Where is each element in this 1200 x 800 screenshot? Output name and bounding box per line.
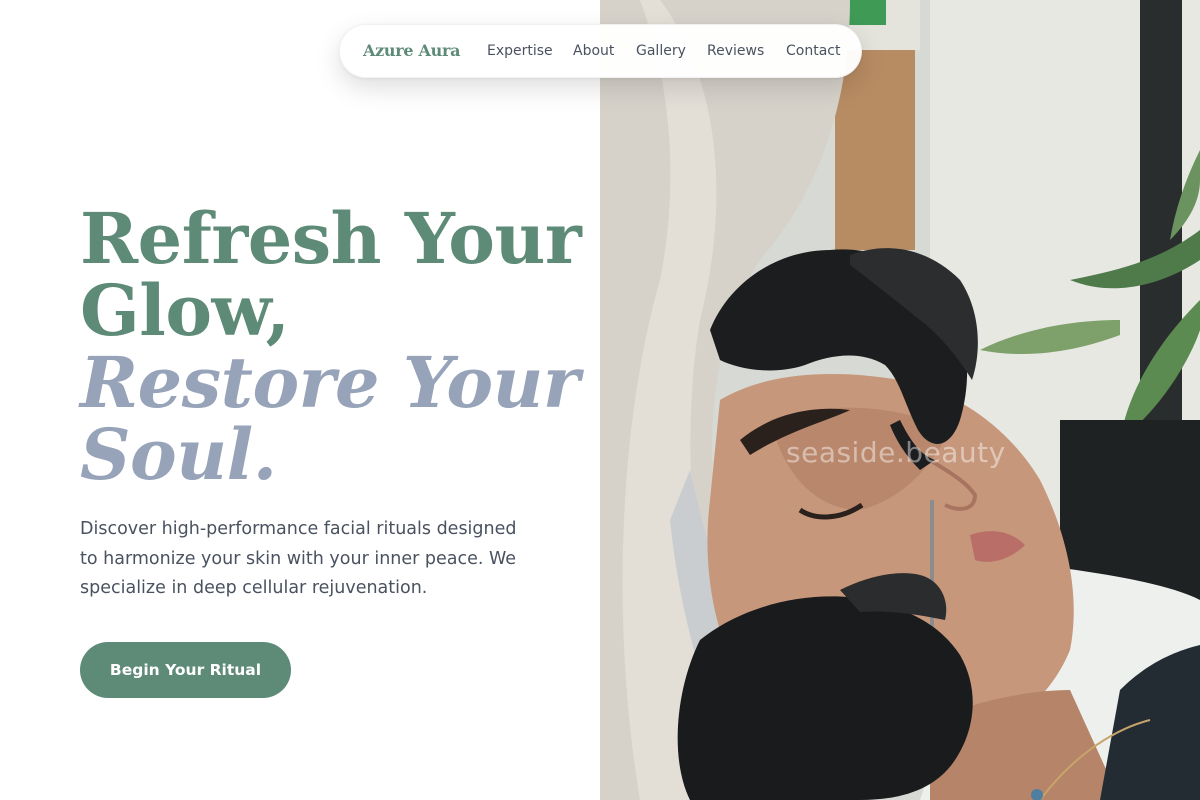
hero-panel: Refresh Your Glow, Restore Your Soul. Di… (0, 0, 600, 800)
nav-link-gallery[interactable]: Gallery (636, 43, 686, 59)
facial-treatment-photo (600, 0, 1200, 800)
top-nav: Azure Aura Expertise About Gallery Revie… (339, 24, 862, 78)
headline-line-4: Soul. (80, 413, 277, 496)
nav-link-about[interactable]: About (573, 43, 614, 59)
begin-ritual-button[interactable]: Begin Your Ritual (80, 642, 291, 698)
headline-line-2: Glow, (80, 269, 290, 352)
photo-watermark: seaside.beauty (786, 436, 1006, 469)
headline-line-1: Refresh Your (80, 197, 582, 280)
hero-headline: Refresh Your Glow, Restore Your Soul. (80, 197, 582, 496)
nav-link-expertise[interactable]: Expertise (487, 43, 553, 59)
nav-link-reviews[interactable]: Reviews (707, 43, 764, 59)
nav-link-contact[interactable]: Contact (786, 43, 840, 59)
hero-photo: seaside.beauty (600, 0, 1200, 800)
hero-description: Discover high-performance facial rituals… (80, 519, 517, 598)
brand-logo[interactable]: Azure Aura (363, 41, 460, 60)
headline-line-3: Restore Your (80, 341, 580, 424)
